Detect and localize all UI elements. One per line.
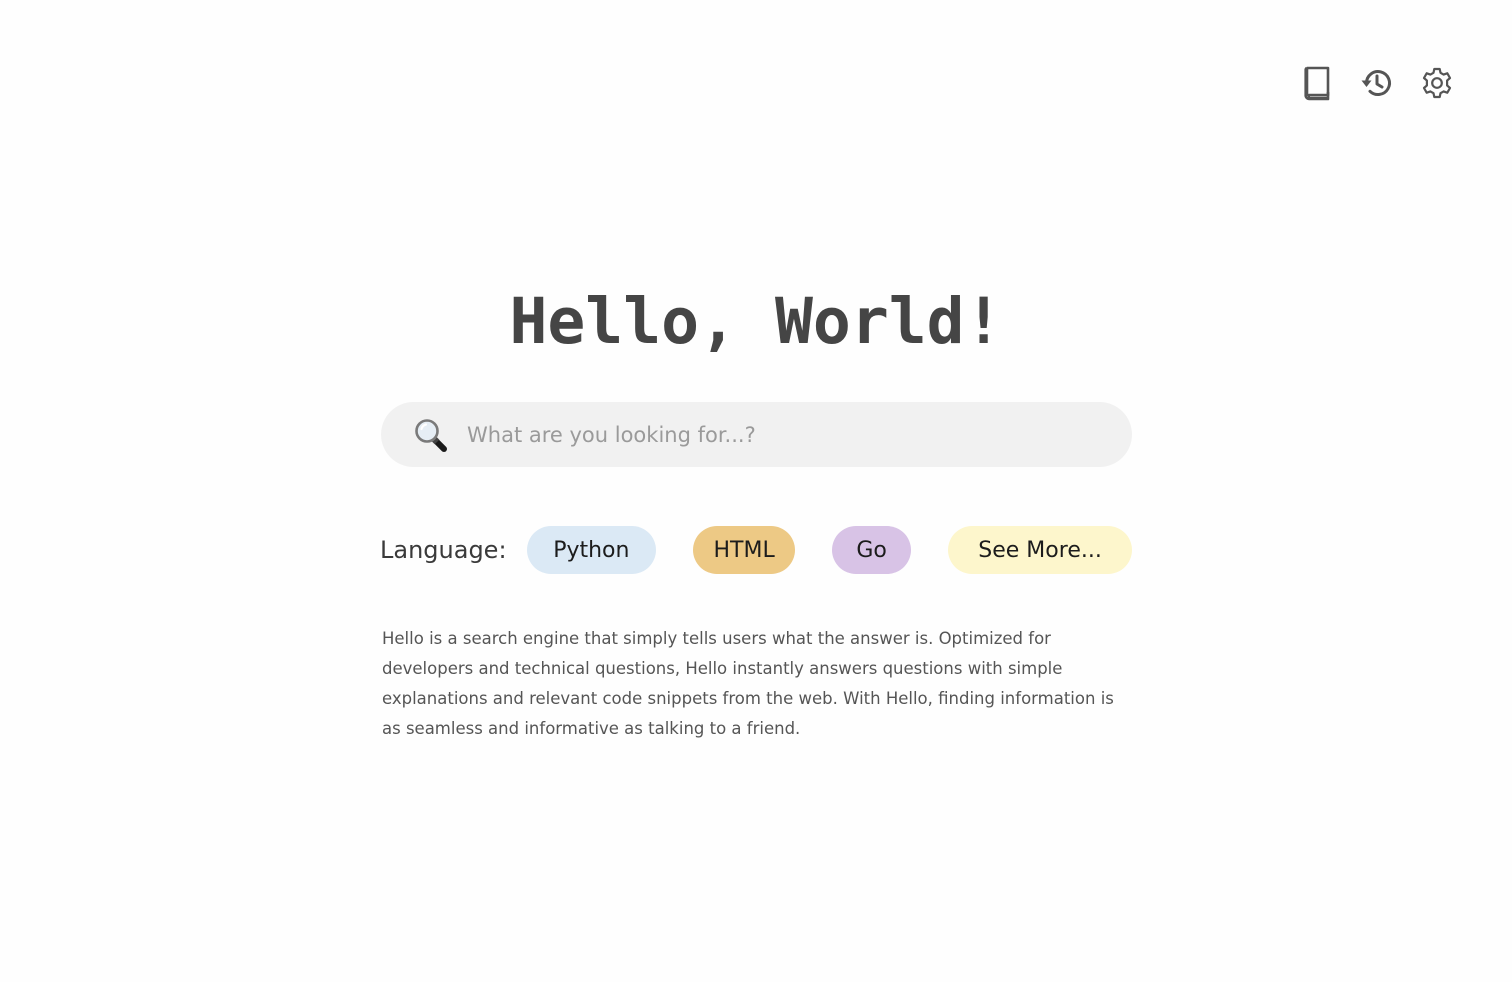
description-text: Hello is a search engine that simply tel… xyxy=(382,628,1114,738)
settings-button[interactable] xyxy=(1420,64,1454,102)
search-bar[interactable] xyxy=(381,402,1132,467)
history-icon xyxy=(1360,66,1394,100)
page-title: Hello, World! xyxy=(509,285,1003,358)
language-chip-go[interactable]: Go xyxy=(832,526,912,574)
language-chip-python[interactable]: Python xyxy=(526,526,657,574)
gear-icon xyxy=(1420,66,1454,100)
history-button[interactable] xyxy=(1360,64,1394,102)
language-label: Language: xyxy=(380,536,507,564)
docs-button[interactable] xyxy=(1300,64,1334,102)
language-filter: Language: Python HTML Go See More... xyxy=(380,525,1132,575)
magnifying-glass-icon xyxy=(411,415,451,455)
search-input[interactable] xyxy=(465,413,1109,456)
top-toolbar xyxy=(1300,64,1454,102)
see-more-button[interactable]: See More... xyxy=(948,526,1132,574)
book-icon xyxy=(1302,65,1332,101)
language-chip-html[interactable]: HTML xyxy=(693,526,796,574)
